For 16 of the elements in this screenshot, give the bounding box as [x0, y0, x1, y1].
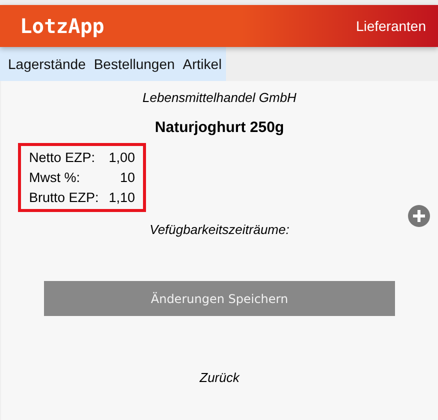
- app-logo: LotzApp: [20, 14, 104, 38]
- nav-tab[interactable]: Artikel: [182, 56, 222, 72]
- price-value: 1,00: [108, 150, 136, 165]
- price-value: 1,10: [108, 190, 136, 205]
- price-label: Mwst %:: [29, 170, 82, 185]
- price-label: Netto EZP:: [29, 150, 96, 165]
- product-title: Naturjoghurt 250g: [154, 119, 284, 136]
- supplier-name: Lebensmittelhandel GmbH: [142, 90, 296, 105]
- availability-heading: Vefügbarkeitszeiträume:: [150, 222, 290, 237]
- price-label: Brutto EZP:: [29, 190, 99, 205]
- suppliers-link[interactable]: Lieferanten: [356, 18, 426, 34]
- nav-tab[interactable]: Bestellungen: [94, 56, 175, 72]
- nav-tab[interactable]: Lagerstände: [8, 56, 86, 72]
- back-link[interactable]: Zurück: [200, 370, 240, 385]
- price-value: 10: [119, 170, 136, 185]
- add-icon[interactable]: [408, 205, 430, 227]
